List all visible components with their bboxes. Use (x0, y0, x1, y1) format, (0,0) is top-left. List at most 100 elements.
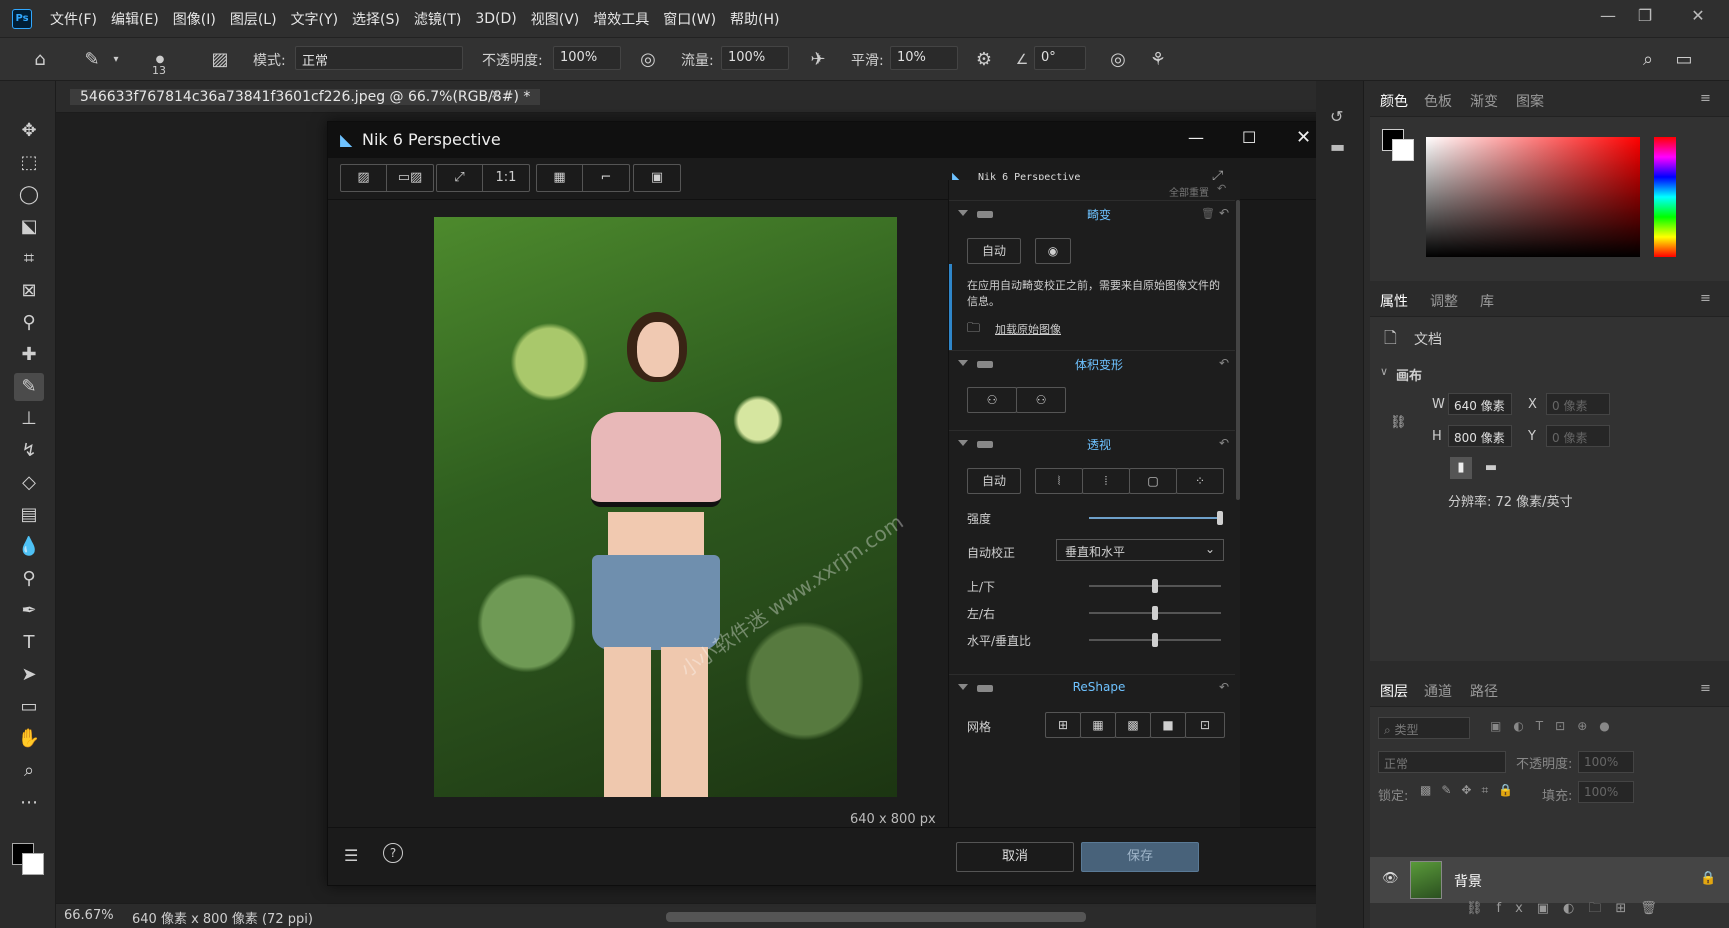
updown-slider-knob[interactable] (1152, 579, 1158, 593)
menu-layer[interactable]: 图层(L) (230, 9, 277, 29)
section-toggle[interactable] (977, 685, 993, 692)
tab-swatches[interactable]: 色板 (1424, 91, 1452, 111)
blur-tool-icon[interactable]: 💧 (14, 533, 44, 561)
reset-all-label[interactable]: 全部重置 (1169, 184, 1209, 199)
vertical-lines-icon[interactable]: ⦚ (1035, 468, 1083, 494)
section-toggle[interactable] (977, 211, 993, 218)
tab-channels[interactable]: 通道 (1424, 681, 1452, 701)
close-tab-icon[interactable]: × (490, 87, 501, 102)
panel-menu-icon[interactable]: ≡ (1700, 681, 1711, 696)
hue-slider[interactable] (1654, 137, 1676, 257)
section-perspective-header[interactable]: 透视 ↶ (949, 430, 1235, 458)
volume-vertical-icon[interactable]: ⚇ (1016, 387, 1066, 413)
layer-name[interactable]: 背景 (1454, 871, 1482, 891)
reset-icon[interactable]: ↶ (1219, 436, 1229, 450)
healing-tool-icon[interactable]: ✚ (14, 341, 44, 369)
layer-filter-select[interactable]: ⌕ 类型 (1378, 717, 1470, 739)
horizontal-lines-icon[interactable]: ⦙ (1082, 468, 1130, 494)
cancel-button[interactable]: 取消 (956, 842, 1074, 872)
dodge-tool-icon[interactable]: ⚲ (14, 565, 44, 593)
menu-select[interactable]: 选择(S) (352, 9, 400, 29)
grid-icon[interactable]: ▦ (537, 165, 583, 191)
section-toggle[interactable] (977, 441, 993, 448)
section-toggle[interactable] (977, 361, 993, 368)
minimize-icon[interactable]: — (1188, 128, 1204, 147)
horizontal-scrollbar[interactable] (666, 912, 1086, 922)
delete-icon[interactable]: 🗑 (1201, 207, 1215, 220)
home-icon[interactable]: ⌂ (28, 48, 52, 72)
section-reshape-header[interactable]: ReShape ↶ (949, 674, 1235, 702)
tab-paths[interactable]: 路径 (1470, 681, 1498, 701)
more-tools-icon[interactable]: ⋯ (14, 789, 44, 817)
volume-horizontal-icon[interactable]: ⚇ (967, 387, 1017, 413)
panel-menu-icon[interactable]: ≡ (1700, 291, 1711, 306)
brush-settings-icon[interactable]: ▨ (208, 48, 232, 72)
tab-layers[interactable]: 图层 (1380, 681, 1408, 701)
marquee-tool-icon[interactable]: ⬚ (14, 149, 44, 177)
rectangle-tool-icon[interactable]: ▭ (14, 693, 44, 721)
menu-window[interactable]: 窗口(W) (663, 9, 716, 29)
x-field[interactable]: 0 像素 (1546, 393, 1610, 415)
grid-solid-icon[interactable]: ■ (1150, 712, 1186, 738)
menu-plugins[interactable]: 增效工具 (593, 9, 649, 29)
tab-color[interactable]: 颜色 (1380, 91, 1408, 111)
background-color-swatch[interactable] (22, 853, 44, 875)
load-original-link[interactable]: 加载原始图像 (995, 321, 1061, 337)
tab-libraries[interactable]: 库 (1480, 291, 1494, 311)
settings-sliders-icon[interactable]: ☰ (344, 846, 358, 865)
zoom-tool-icon[interactable]: ⌕ (14, 757, 44, 785)
path-select-tool-icon[interactable]: ➤ (14, 661, 44, 689)
menu-filter[interactable]: 滤镜(T) (414, 9, 461, 29)
tab-properties[interactable]: 属性 (1380, 291, 1408, 311)
menu-type[interactable]: 文字(Y) (291, 9, 338, 29)
strength-slider-knob[interactable] (1217, 511, 1223, 525)
collapse-caret-icon[interactable] (958, 440, 968, 446)
landscape-icon[interactable]: ▬ (1480, 457, 1502, 479)
collapse-caret-icon[interactable] (958, 210, 968, 216)
panel-scrollbar[interactable] (1236, 200, 1240, 500)
grid-3x3-icon[interactable]: ▦ (1080, 712, 1116, 738)
leftright-slider[interactable] (1089, 606, 1221, 620)
layer-row[interactable]: 👁 背景 🔒 (1370, 857, 1729, 903)
tab-patterns[interactable]: 图案 (1516, 91, 1544, 111)
pressure-opacity-icon[interactable]: ◎ (636, 48, 660, 72)
zoom-one-button[interactable]: 1:1 (483, 165, 529, 191)
tab-gradients[interactable]: 渐变 (1470, 91, 1498, 111)
split-view-icon[interactable]: ▭▨ (387, 165, 433, 191)
brush-icon[interactable]: ✎ (80, 48, 104, 72)
lasso-tool-icon[interactable]: ◯ (14, 181, 44, 209)
ruler-icon[interactable]: ⌐ (583, 165, 629, 191)
collapse-caret-icon[interactable] (958, 360, 968, 366)
grid-custom-icon[interactable]: ⊡ (1185, 712, 1225, 738)
height-field[interactable]: 800 像素 (1448, 425, 1512, 447)
visibility-eye-icon[interactable]: 👁 (1382, 871, 1399, 886)
layer-actions-bar[interactable]: ⛓fx▣◐🗀⊞🗑 (1466, 899, 1671, 921)
save-button[interactable]: 保存 (1081, 842, 1199, 872)
pen-tool-icon[interactable]: ✒ (14, 597, 44, 625)
history-brush-tool-icon[interactable]: ↯ (14, 437, 44, 465)
overlay-icon[interactable]: ▣ (634, 165, 680, 191)
reset-icon[interactable]: ↶ (1219, 206, 1229, 220)
crop-tool-icon[interactable]: ⌗ (14, 245, 44, 273)
collapse-caret-icon[interactable] (958, 684, 968, 690)
mode-select[interactable]: 正常 (295, 46, 463, 70)
symmetry-icon[interactable]: ⚘ (1146, 48, 1170, 72)
chevron-down-icon[interactable]: ∨ (1380, 365, 1388, 378)
blend-mode-select[interactable]: 正常 (1378, 751, 1506, 773)
link-icon[interactable]: ⛓ (1390, 415, 1407, 430)
reset-icon[interactable]: ↶ (1219, 356, 1229, 370)
points-icon[interactable]: ⁘ (1176, 468, 1224, 494)
opacity-field[interactable]: 100% (553, 46, 621, 70)
distortion-auto-button[interactable]: 自动 (967, 238, 1021, 264)
airbrush-icon[interactable]: ✈ (806, 48, 830, 72)
single-view-icon[interactable]: ▨ (341, 165, 387, 191)
lock-icons[interactable]: ▩✎✥⌗🔒 (1420, 783, 1523, 798)
history-icon[interactable]: ↺ (1330, 107, 1343, 126)
layer-filter-icons[interactable]: ▣◐T⊡⊕● (1490, 719, 1622, 733)
leftright-slider-knob[interactable] (1152, 606, 1158, 620)
auto-correct-select[interactable]: 垂直和水平 ⌄ (1056, 539, 1224, 561)
menu-3d[interactable]: 3D(D) (475, 11, 516, 27)
close-icon[interactable]: ✕ (1296, 127, 1311, 148)
section-volume-header[interactable]: 体积变形 ↶ (949, 350, 1235, 378)
menu-view[interactable]: 视图(V) (531, 9, 580, 29)
